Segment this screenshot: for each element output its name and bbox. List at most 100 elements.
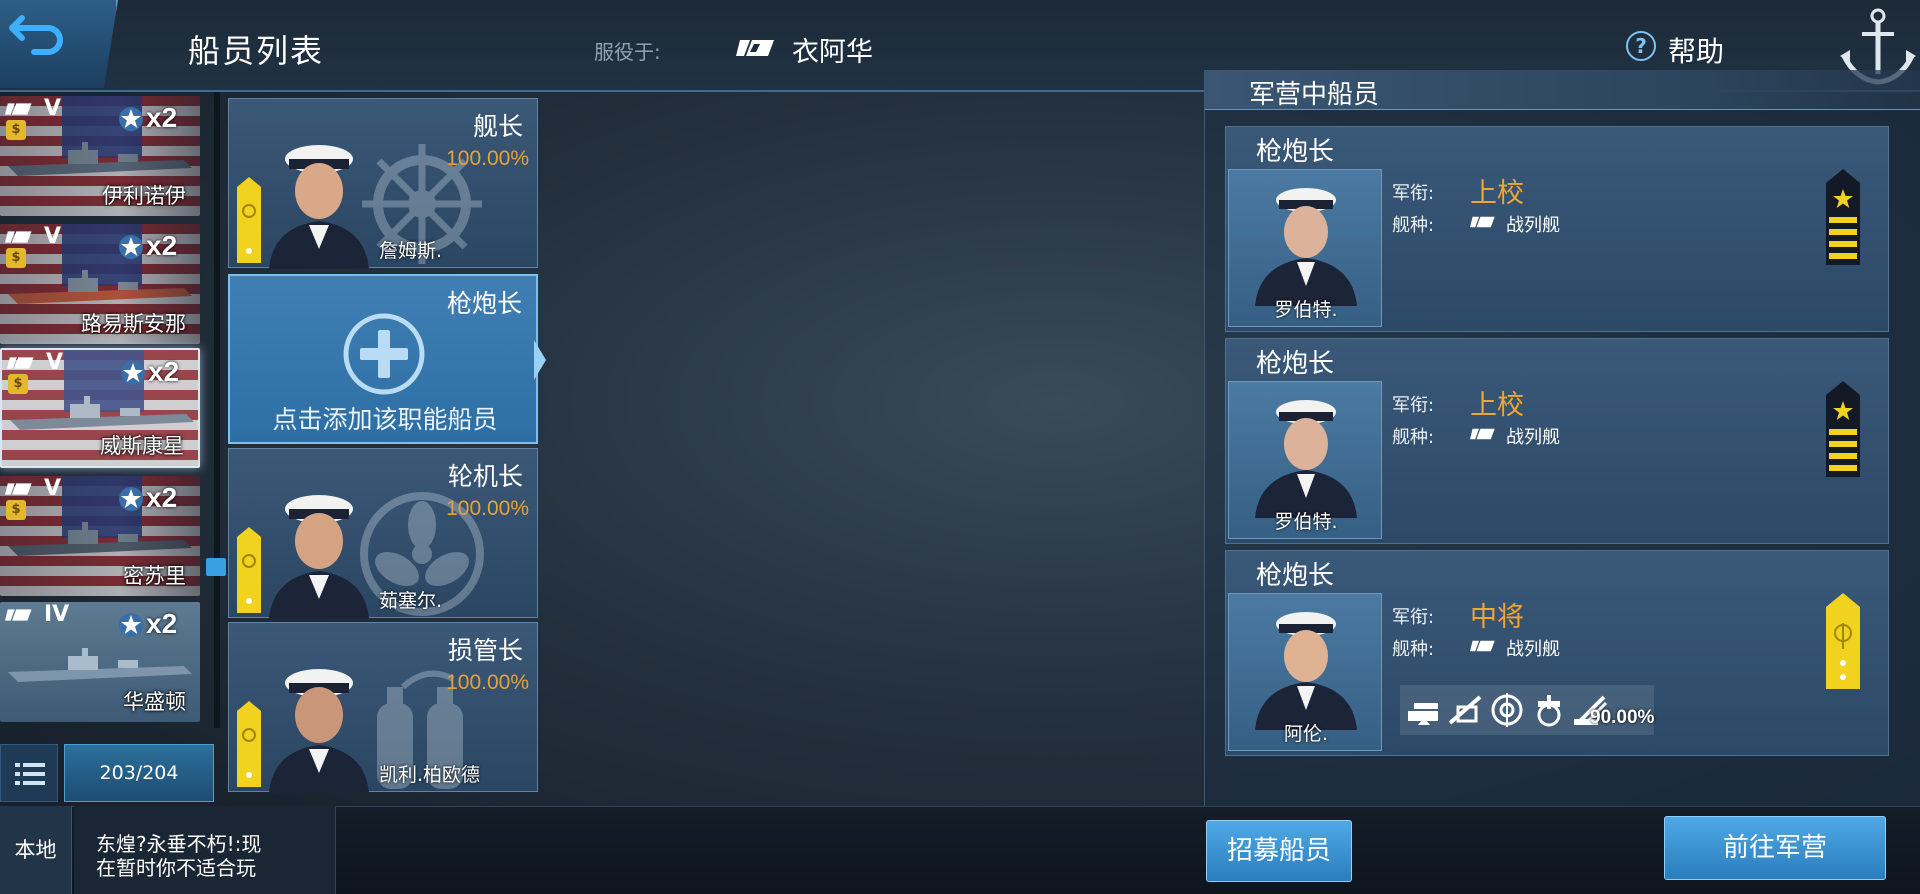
crew-ship-type: 战列舰 [1506,427,1560,448]
chat-box[interactable]: 东煌?永垂不朽!:现 在暂时你不适合玩 [74,806,336,894]
crew-role: 枪炮长 [1256,349,1335,379]
ship-card[interactable]: IV x2 华盛顿 [0,602,200,722]
ship-tier: IV [44,602,70,627]
captain-rank-insignia-icon [1826,381,1860,477]
skill-percent: 90.00% [1590,707,1655,728]
crew-role: 枪炮长 [1256,137,1335,167]
ship-card[interactable]: V $ x2 密苏里 [0,476,200,596]
us-flag-icon [736,40,774,56]
ship-card[interactable]: V $ x2 路易斯安那 [0,224,200,344]
rank-badge-icon: $ [6,500,26,520]
ship-card[interactable]: V $ x2 伊利诺伊 [0,96,200,216]
barracks-header: 军营中船员 [1205,70,1920,110]
ship-card-selected[interactable]: V $ x2 威斯康星 [0,348,200,468]
us-flag-icon [5,483,32,495]
crew-name: 罗伯特. [1274,299,1338,321]
page-title: 船员列表 [188,32,325,70]
captain-rank-insignia-icon [1826,169,1860,265]
crew-ship-type: 战列舰 [1506,639,1560,660]
star-icon [119,107,143,131]
crew-photo: 罗伯特. [1228,169,1382,327]
chat-message-line: 在暂时你不适合玩 [96,856,256,880]
back-arrow-icon [9,15,63,55]
slot-role: 舰长 [472,112,523,141]
officer-portrait [269,669,369,793]
back-button[interactable] [0,0,118,88]
selection-pointer-icon [534,340,546,380]
ship-count: 203/204 [64,744,214,802]
barracks-crew-card[interactable]: 枪炮长 罗伯特. 军衔: 上校 舰种: 战列舰 [1225,338,1889,544]
shiptype-label: 舰种: [1392,639,1435,660]
multiplier: x2 [146,482,178,513]
ship-name: 伊利诺伊 [102,184,186,208]
shiptype-label: 舰种: [1392,427,1435,448]
rank-label: 军衔: [1392,607,1435,628]
slot-percent: 100.00% [446,671,529,694]
add-crew-icon[interactable] [342,312,426,396]
skill-strip: 90.00% [1400,685,1654,735]
ship-tier: V [44,224,62,249]
us-flag-icon [1470,640,1495,652]
star-icon [121,361,145,385]
ship-name: 华盛顿 [123,690,186,714]
crew-slot-captain[interactable]: 舰长 100.00% 詹姆斯. [228,98,538,269]
crew-rank: 上校 [1470,390,1524,421]
ship-tier: V [46,350,64,375]
rank-insignia-icon [237,701,261,787]
us-flag-icon [7,357,34,369]
served-label: 服役于: [594,40,661,64]
chat-local-tab[interactable]: 本地 [0,806,72,894]
officer-portrait [1255,400,1357,518]
us-flag-icon [5,231,32,243]
multiplier: x2 [146,102,178,133]
served-ship-name: 衣阿华 [792,37,873,68]
crew-rank: 中将 [1470,602,1524,633]
slot-role: 枪炮长 [446,289,522,318]
us-flag-icon [5,609,32,621]
help-icon[interactable]: ? [1626,31,1656,61]
crew-role: 枪炮长 [1256,561,1335,591]
skill-turret-icon [1537,695,1561,727]
officer-portrait [1255,612,1357,730]
ship-list[interactable]: V $ x2 伊利诺伊 V $ x2 路易斯安那 V $ x2 威斯康星 V $… [0,96,210,736]
crew-slot-engineer[interactable]: 轮机长 100.00% 茹塞尔. [228,448,538,619]
vice-admiral-rank-insignia-icon [1826,593,1860,689]
rank-badge-icon: $ [6,120,26,140]
crew-slot-damage-control[interactable]: 损管长 100.00% 凯利.柏欧德 [228,622,538,793]
slot-role: 损管长 [447,636,523,665]
battleship-image [8,648,192,682]
rank-badge-icon: $ [6,248,26,268]
crew-name: 罗伯特. [1274,511,1338,533]
add-crew-hint: 点击添加该职能船员 [272,405,498,434]
slot-crew-name: 茹塞尔. [379,590,443,612]
crew-photo: 罗伯特. [1228,381,1382,539]
slot-role: 轮机长 [447,462,523,491]
us-flag-icon [1470,428,1495,440]
officer-portrait [1255,188,1357,306]
crew-ship-type: 战列舰 [1506,215,1560,236]
slot-percent: 100.00% [446,497,529,520]
ship-tier: V [44,96,62,121]
crew-rank: 上校 [1470,178,1524,209]
crew-name: 阿伦. [1283,723,1329,745]
crew-slot-gunnery-empty[interactable]: 枪炮长 点击添加该职能船员 [228,274,546,444]
skill-torpedo-icon [1448,695,1482,725]
recruit-crew-button[interactable]: 招募船员 [1206,820,1352,882]
list-view-button[interactable] [0,744,58,802]
ship-name: 路易斯安那 [81,312,186,336]
ship-name: 密苏里 [123,564,186,588]
help-button[interactable]: 帮助 [1668,30,1724,70]
us-flag-icon [1470,216,1495,228]
rank-insignia-icon [237,177,261,263]
barracks-title: 军营中船员 [1249,80,1380,110]
slot-crew-name: 凯利.柏欧德 [379,764,481,786]
go-to-barracks-button[interactable]: 前往军营 [1664,816,1886,880]
slot-crew-name: 詹姆斯. [379,240,443,262]
barracks-crew-card[interactable]: 枪炮长 阿伦. 军衔: 中将 舰种: 战列舰 90.00% [1225,550,1889,756]
barracks-panel: 军营中船员 枪炮长 罗伯特. 军衔: 上校 舰种: 战列舰 枪炮长 罗伯特. 军… [1204,70,1920,808]
ship-list-scroll-thumb[interactable] [206,558,226,576]
barracks-crew-card[interactable]: 枪炮长 罗伯特. 军衔: 上校 舰种: 战列舰 [1225,126,1889,332]
rank-label: 军衔: [1392,395,1435,416]
ship-list-scrollbar[interactable] [214,92,220,728]
shiptype-label: 舰种: [1392,215,1435,236]
